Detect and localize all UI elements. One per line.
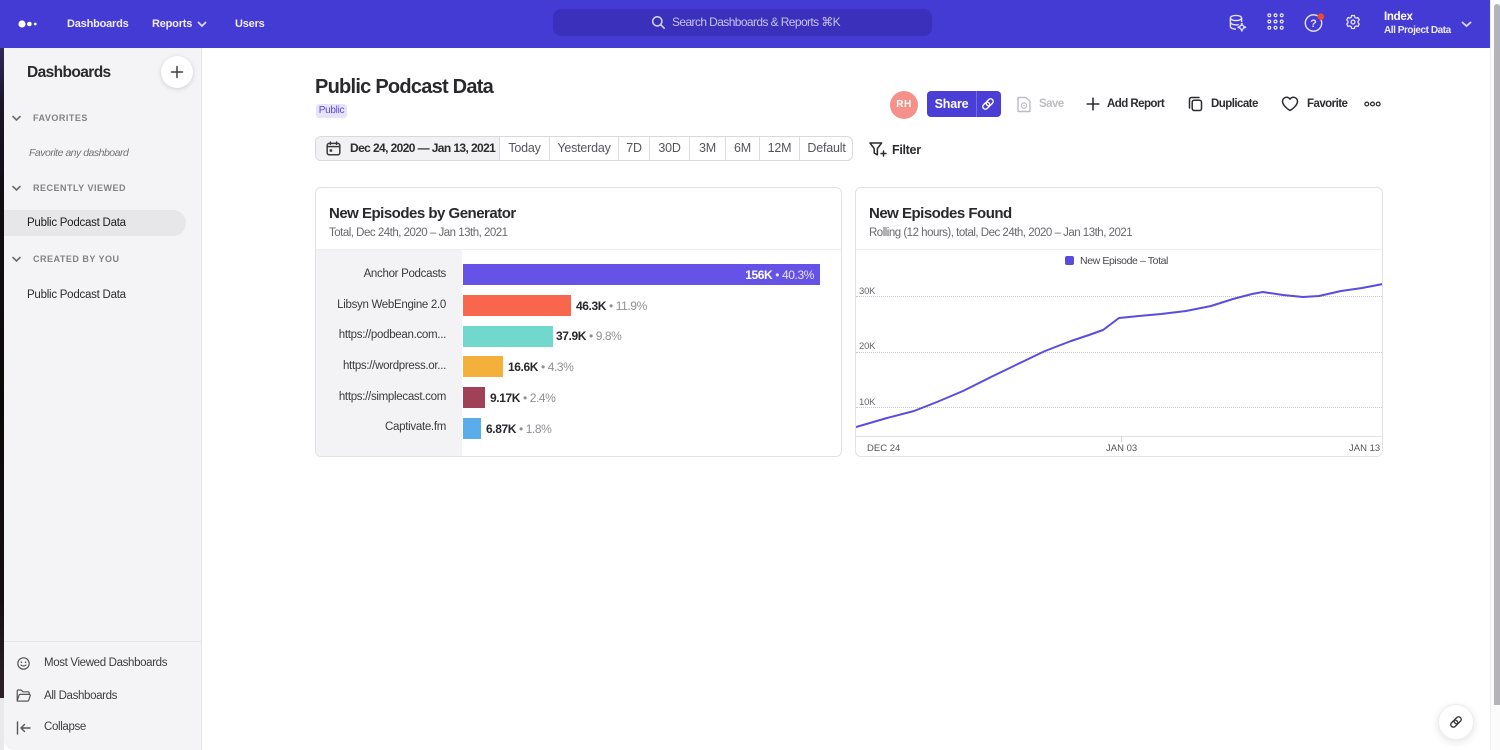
svg-text:?: ? (1310, 18, 1317, 30)
